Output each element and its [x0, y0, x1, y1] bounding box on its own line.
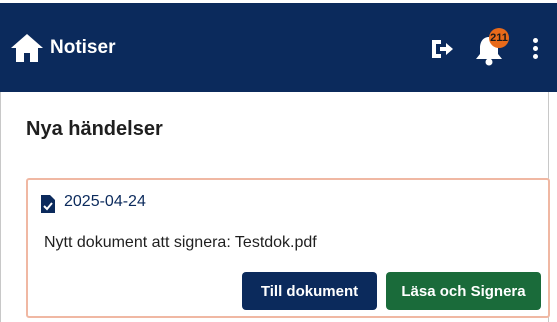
page-title: Notiser: [50, 37, 116, 58]
section-title: Nya händelser: [26, 118, 163, 140]
more-menu-button[interactable]: [530, 38, 540, 64]
card-message: Nytt dokument att signera: Testdok.pdf: [44, 234, 317, 251]
home-icon: [11, 34, 43, 62]
card-date: 2025-04-24: [64, 193, 146, 210]
document-check-icon: [41, 195, 55, 213]
home-button[interactable]: Notiser: [10, 33, 115, 63]
kebab-menu-icon: [530, 38, 540, 59]
card-header: 2025-04-24: [40, 190, 146, 214]
notification-count-badge: 211: [489, 28, 509, 48]
top-app-bar: Notiser 211: [0, 0, 557, 92]
notification-card: 2025-04-24 Nytt dokument att signera: Te…: [26, 178, 550, 318]
logout-icon: [432, 40, 453, 58]
go-to-document-button[interactable]: Till dokument: [242, 272, 377, 310]
read-and-sign-button[interactable]: Läsa och Signera: [386, 272, 541, 310]
logout-button[interactable]: [430, 38, 454, 60]
